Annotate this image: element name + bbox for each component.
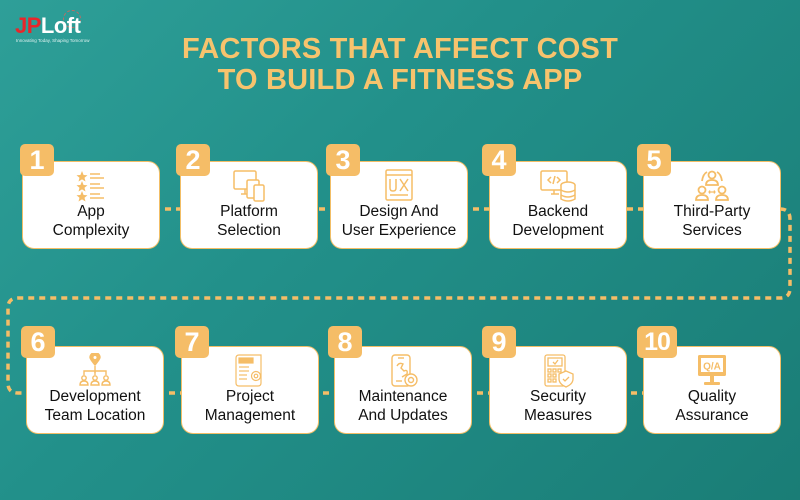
multi-device-icon [233, 170, 265, 202]
factor-card-6: Development Team Location [26, 346, 164, 434]
team-location-icon [79, 353, 111, 386]
factor-number-badge-8: 8 [328, 326, 362, 358]
factor-label: Quality Assurance [675, 388, 749, 424]
factor-label: Third-Party Services [673, 203, 751, 239]
factor-label: App Complexity [52, 203, 130, 239]
title-line-2: TO BUILD A FITNESS APP [217, 64, 583, 96]
factor-label: Backend Development [512, 203, 604, 239]
factor-label: Security Measures [523, 388, 593, 424]
project-document-icon [235, 354, 262, 387]
factor-number-badge-1: 1 [20, 144, 54, 176]
factor-number-badge-9: 9 [482, 326, 516, 358]
factor-number-badge-6: 6 [21, 326, 55, 358]
keypad-shield-icon [544, 354, 574, 388]
factor-card-10: Q/A Quality Assurance [643, 346, 781, 434]
factor-card-9: Security Measures [489, 346, 627, 434]
title-line-1: FACTORS THAT AFFECT COST [181, 33, 619, 65]
people-exchange-icon [695, 170, 729, 201]
phone-wrench-icon [391, 354, 418, 387]
svg-text:Q/A: Q/A [703, 362, 721, 373]
code-database-icon [540, 170, 576, 202]
factor-label: Platform Selection [217, 203, 281, 239]
ux-window-icon [385, 169, 413, 201]
factor-number-badge-2: 2 [176, 144, 210, 176]
star-list-icon [76, 171, 104, 202]
factor-label: Design And User Experience [341, 203, 457, 239]
factor-number-badge-10: 10 [637, 326, 677, 358]
factor-label: Project Management [204, 388, 296, 424]
qa-monitor-icon: Q/A [698, 355, 726, 385]
factor-number-badge-3: 3 [326, 144, 360, 176]
factor-number-badge-7: 7 [175, 326, 209, 358]
factor-label: Maintenance And Updates [358, 388, 448, 424]
factor-number-badge-4: 4 [482, 144, 516, 176]
page-title: FACTORS THAT AFFECT COST TO BUILD A FITN… [0, 34, 800, 96]
factor-card-8: Maintenance And Updates [334, 346, 472, 434]
factor-card-7: Project Management [181, 346, 319, 434]
factor-number-badge-5: 5 [637, 144, 671, 176]
factor-label: Development Team Location [44, 388, 146, 424]
